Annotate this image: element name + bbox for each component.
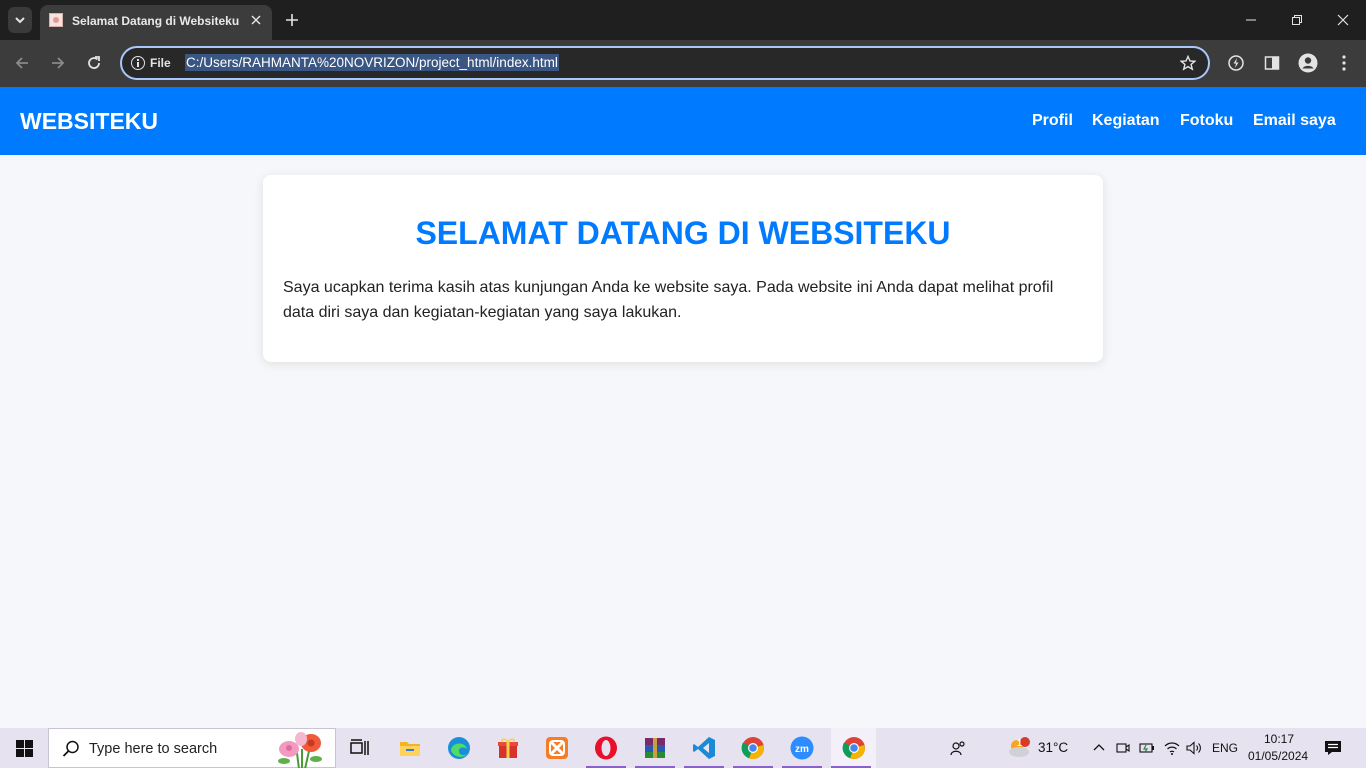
side-panel-icon: [1264, 56, 1280, 70]
close-icon: [1337, 14, 1349, 26]
menu-button[interactable]: [1332, 51, 1356, 75]
more-vertical-icon: [1342, 55, 1346, 71]
welcome-card: SELAMAT DATANG DI WEBSITEKU Saya ucapkan…: [263, 175, 1103, 362]
nav-link-fotoku[interactable]: Fotoku: [1180, 112, 1233, 130]
taskbar-opera[interactable]: [586, 728, 626, 768]
favicon-icon: [49, 13, 63, 27]
xampp-icon: [546, 737, 568, 759]
weather-badge: 1: [1017, 738, 1023, 748]
taskbar-gift-app[interactable]: [488, 728, 528, 768]
taskbar-winrar[interactable]: [635, 728, 675, 768]
new-tab-button[interactable]: [280, 8, 304, 32]
zoom-icon: zm: [790, 736, 814, 760]
taskbar-xampp[interactable]: [537, 728, 577, 768]
taskbar-vscode[interactable]: [684, 728, 724, 768]
close-icon: [251, 15, 261, 25]
info-icon[interactable]: [131, 56, 145, 70]
minimize-button[interactable]: [1239, 8, 1263, 32]
svg-text:zm: zm: [795, 744, 809, 755]
chevron-up-icon[interactable]: [1089, 738, 1109, 758]
nav-link-profil[interactable]: Profil: [1032, 112, 1073, 130]
scheme-label: File: [150, 56, 171, 70]
restore-button[interactable]: [1285, 8, 1309, 32]
search-placeholder: Type here to search: [89, 741, 218, 757]
browser-tab-active[interactable]: Selamat Datang di Websiteku: [40, 5, 272, 40]
taskbar-file-explorer[interactable]: [390, 728, 430, 768]
windows-taskbar: Type here to search zm 1 31°C ENG 10:17 …: [0, 728, 1366, 768]
welcome-paragraph: Saya ucapkan terima kasih atas kunjungan…: [283, 279, 1054, 321]
back-button[interactable]: [10, 51, 34, 75]
browser-toolbar: File C:/Users/RAHMANTA%20NOVRIZON/projec…: [0, 40, 1366, 87]
volume-icon[interactable]: [1184, 738, 1204, 758]
winrar-icon: [645, 738, 665, 758]
wifi-icon[interactable]: [1162, 738, 1182, 758]
meet-now-icon[interactable]: [1113, 738, 1133, 758]
temperature-text[interactable]: 31°C: [1038, 740, 1068, 755]
notification-icon[interactable]: [1323, 738, 1343, 758]
gift-icon: [498, 738, 518, 758]
site-navbar: WEBSITEKU Profil Kegiatan Fotoku Email s…: [0, 87, 1366, 155]
bookmark-star-icon[interactable]: [1178, 53, 1198, 73]
taskbar-chrome-active[interactable]: [831, 728, 876, 768]
extension-button[interactable]: [1224, 51, 1248, 75]
plus-icon: [286, 14, 298, 26]
tab-close-button[interactable]: [246, 10, 266, 30]
edge-icon: [448, 737, 470, 759]
minimize-icon: [1246, 19, 1256, 21]
tab-title: Selamat Datang di Websiteku: [72, 14, 240, 28]
taskbar-edge[interactable]: [439, 728, 479, 768]
nav-link-email[interactable]: Email saya: [1253, 112, 1336, 130]
task-view-icon: [350, 739, 369, 755]
flower-bouquet-icon: [278, 732, 322, 768]
reload-button[interactable]: [82, 51, 106, 75]
people-icon[interactable]: [948, 738, 968, 758]
windows-logo-icon: [15, 739, 33, 757]
restore-icon: [1292, 15, 1302, 25]
arrow-right-icon: [52, 57, 65, 69]
chrome-icon: [741, 737, 764, 760]
tab-search-button[interactable]: [8, 7, 32, 33]
arrow-left-icon: [15, 57, 28, 69]
vscode-icon: [693, 737, 715, 759]
battery-icon[interactable]: [1137, 738, 1157, 758]
chevron-down-icon: [15, 17, 25, 24]
address-bar[interactable]: File C:/Users/RAHMANTA%20NOVRIZON/projec…: [120, 46, 1210, 80]
side-panel-button[interactable]: [1260, 51, 1284, 75]
forward-button[interactable]: [46, 51, 70, 75]
clock-date[interactable]: 01/05/2024: [1248, 749, 1308, 763]
taskbar-zoom[interactable]: zm: [782, 728, 822, 768]
folder-icon: [400, 742, 420, 756]
task-view-button[interactable]: [340, 728, 380, 768]
search-icon: [62, 740, 79, 757]
start-button[interactable]: [0, 728, 48, 768]
opera-icon: [595, 736, 617, 760]
url-text[interactable]: C:/Users/RAHMANTA%20NOVRIZON/project_htm…: [185, 54, 559, 71]
chrome-icon: [842, 737, 865, 760]
profile-icon: [1298, 53, 1318, 73]
taskbar-search[interactable]: Type here to search: [48, 728, 336, 768]
reload-icon: [88, 56, 100, 69]
window-close-button[interactable]: [1331, 8, 1355, 32]
bolt-circle-icon: [1228, 55, 1244, 71]
profile-button[interactable]: [1296, 51, 1320, 75]
browser-tabstrip: Selamat Datang di Websiteku: [0, 0, 1366, 40]
clock-time[interactable]: 10:17: [1264, 732, 1294, 746]
taskbar-chrome[interactable]: [733, 728, 773, 768]
site-brand[interactable]: WEBSITEKU: [20, 108, 158, 135]
welcome-heading: SELAMAT DATANG DI WEBSITEKU: [415, 215, 951, 251]
language-indicator[interactable]: ENG: [1212, 741, 1238, 755]
nav-link-kegiatan[interactable]: Kegiatan: [1092, 112, 1160, 130]
